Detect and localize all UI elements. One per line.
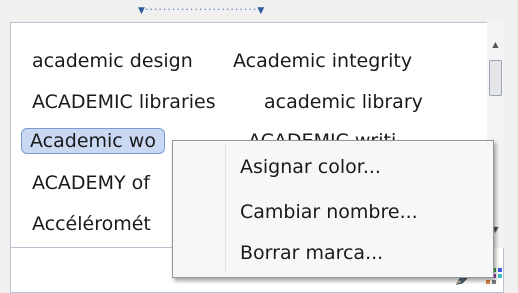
tag-academic-library[interactable]: academic library bbox=[264, 90, 423, 114]
context-menu: Asignar color... Cambiar nombre... Borra… bbox=[172, 140, 494, 278]
tag-accelerometre[interactable]: Accéléromét bbox=[32, 212, 151, 236]
menu-item-asignar-color[interactable]: Asignar color... bbox=[240, 155, 381, 179]
tag-academy-of[interactable]: ACADEMY of bbox=[32, 171, 150, 195]
scroll-up-arrow-icon[interactable]: ▲ bbox=[487, 40, 504, 50]
tag-academic-integrity[interactable]: Academic integrity bbox=[233, 49, 412, 73]
tag-academic-design[interactable]: academic design bbox=[32, 49, 193, 73]
menu-gutter bbox=[225, 145, 226, 273]
menu-item-borrar-marca[interactable]: Borrar marca... bbox=[240, 241, 383, 265]
menu-item-cambiar-nombre[interactable]: Cambiar nombre... bbox=[240, 200, 418, 224]
scroll-thumb[interactable] bbox=[489, 60, 502, 96]
splitter-left-arrow-icon: ▼ bbox=[138, 6, 145, 16]
tag-academic-libraries[interactable]: ACADEMIC libraries bbox=[32, 90, 216, 114]
splitter-dots: ························· bbox=[144, 3, 258, 16]
splitter-right-arrow-icon: ▼ bbox=[257, 6, 265, 16]
splitter-handle[interactable]: ▼·························▼ bbox=[138, 3, 384, 17]
tag-academic-wo-selected[interactable]: Academic wo bbox=[21, 128, 165, 154]
